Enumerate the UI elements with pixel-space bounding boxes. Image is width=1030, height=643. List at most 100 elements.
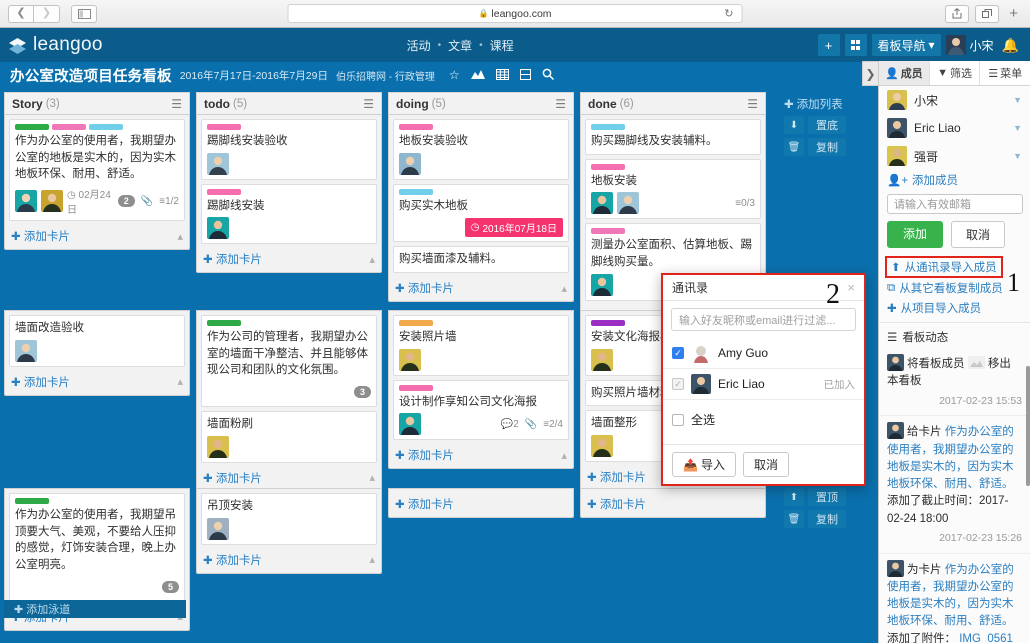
add-card-button[interactable]: ✚ 添加卡片 ▴	[393, 444, 569, 464]
sidebar-scrollbar[interactable]	[1026, 366, 1030, 486]
address-bar[interactable]: 🔒 leangoo.com ↻	[287, 4, 743, 23]
card[interactable]: 设计制作享知公司文化海报 💬2 📎 ≡2/4	[393, 379, 569, 441]
hamburger-icon[interactable]: ☰	[747, 97, 758, 111]
add-list-button[interactable]: ✚ 添加列表	[784, 96, 846, 112]
forward-button[interactable]: ❯	[34, 4, 60, 23]
tab-members[interactable]: 👤 成员	[879, 61, 930, 85]
card[interactable]: 购买实木地板 ◷ 2016年07月18日	[393, 183, 569, 243]
card[interactable]: 安装照片墙	[393, 315, 569, 376]
email-field[interactable]: 请输入有效邮箱	[887, 194, 1023, 214]
card[interactable]: 地板安装 ≡0/3	[585, 158, 761, 220]
collapse-icon[interactable]: ▴	[177, 230, 183, 243]
collapse-icon[interactable]: ▴	[369, 553, 375, 566]
collapse-icon[interactable]: ▴	[561, 449, 567, 462]
add-card-button[interactable]: ✚ 添加卡片 ▴	[201, 248, 377, 268]
collapse-icon[interactable]: ▴	[369, 471, 375, 484]
card[interactable]: 作为办公室的使用者，我期望吊顶要大气、美观，不要给人压抑的感觉，灯饰安装合理，晚…	[9, 493, 185, 602]
cancel-button[interactable]: 取消	[742, 452, 789, 477]
board-nav-dropdown[interactable]: 看板导航 ▾	[871, 34, 941, 56]
contact-filter-input[interactable]: 输入好友昵称或email进行过滤...	[671, 308, 856, 331]
add-card-button[interactable]: ✚ 添加卡片	[393, 493, 569, 513]
add-card-button[interactable]: ✚ 添加卡片 ▴	[201, 467, 377, 487]
nav-link-articles[interactable]: 文章	[448, 37, 472, 54]
reload-icon[interactable]: ↻	[724, 7, 733, 20]
star-icon[interactable]: ☆	[449, 69, 460, 81]
card[interactable]: 吊顶安装	[201, 493, 377, 545]
import-from-project-link[interactable]: ✚ 从项目导入成员	[879, 298, 1030, 318]
list-header[interactable]: todo (5) ☰	[196, 92, 382, 114]
card[interactable]: 踢脚线安装	[201, 183, 377, 245]
logo[interactable]: leangoo	[8, 34, 103, 56]
card[interactable]: 地板安装验收	[393, 119, 569, 180]
panel-icon[interactable]	[519, 68, 531, 82]
select-all-row[interactable]: 全选	[663, 400, 864, 433]
sidebar-collapse-button[interactable]: ❯	[862, 61, 878, 86]
add-card-button[interactable]: ✚ 添加卡片 ▴	[393, 277, 569, 297]
chevron-down-icon[interactable]: ▼	[1013, 95, 1022, 105]
arrow-down-icon[interactable]: ⬇	[784, 116, 804, 134]
search-icon[interactable]	[542, 68, 554, 82]
card[interactable]: 作为办公室的使用者，我期望办公室的地板是实木的，因为实木地板环保、耐用、舒适。 …	[9, 119, 185, 222]
user-menu[interactable]: 小宋	[945, 35, 994, 55]
add-card-button[interactable]: ✚ 添加卡片	[585, 493, 761, 513]
collapse-icon[interactable]: ▴	[177, 375, 183, 388]
activity-card-ref[interactable]: 作为办公室的使用者，我期望办公室的地板是实木的，因为实木地板环保、耐用、舒适。	[887, 564, 1014, 628]
move-to-top-button[interactable]: 置顶	[808, 488, 846, 506]
sidebar-panel-icon[interactable]	[71, 4, 97, 23]
list-header[interactable]: done (6) ☰	[580, 92, 766, 114]
collapse-icon[interactable]: ▴	[369, 253, 375, 266]
modal-footer: 📤 导入 取消	[663, 444, 864, 484]
copy-lane-button[interactable]: 复制	[808, 510, 846, 528]
import-button[interactable]: 📤 导入	[672, 452, 736, 477]
collapse-icon[interactable]: ▴	[561, 282, 567, 295]
list-header[interactable]: doing (5) ☰	[388, 92, 574, 114]
nav-link-courses[interactable]: 课程	[490, 37, 514, 54]
card[interactable]: 墙面改造验收	[9, 315, 185, 367]
checkbox-select-all[interactable]	[672, 413, 684, 426]
add-swimlane-button[interactable]: ✚ 添加泳道	[4, 600, 186, 618]
new-tab-button[interactable]: +	[1005, 5, 1022, 22]
nav-link-activity[interactable]: 活动	[407, 37, 431, 54]
card[interactable]: 购买墙面漆及辅料。	[393, 246, 569, 274]
card[interactable]: 踢脚线安装验收	[201, 119, 377, 180]
import-from-contacts-link[interactable]: ⬆ 从通讯录导入成员	[889, 258, 999, 276]
add-card-button[interactable]: ✚ 添加卡片 ▴	[9, 371, 185, 391]
tabs-icon[interactable]	[975, 4, 1000, 23]
copy-lane-button[interactable]: 复制	[808, 138, 846, 156]
card[interactable]: 作为公司的管理者，我期望办公室的墙面干净整洁、并且能够体现公司和团队的文化氛围。…	[201, 315, 377, 408]
contact-row[interactable]: ✓ Amy Guo	[663, 338, 864, 369]
hamburger-icon[interactable]: ☰	[363, 97, 374, 111]
tab-filter[interactable]: ▼ 筛选	[930, 61, 981, 85]
activity-card-ref[interactable]: 作为办公室的使用者，我期望办公室的地板是实木的，因为实木地板环保、耐用、舒适。	[887, 426, 1014, 490]
chart-icon[interactable]	[470, 69, 485, 81]
bell-icon[interactable]: 🔔	[999, 37, 1022, 54]
chevron-down-icon[interactable]: ▼	[1013, 123, 1022, 133]
hamburger-icon[interactable]: ☰	[555, 97, 566, 111]
move-to-bottom-button[interactable]: 置底	[808, 116, 846, 134]
card[interactable]: 墙面粉刷	[201, 411, 377, 463]
member-row[interactable]: 小宋 ▼	[879, 86, 1030, 114]
card[interactable]: 购买踢脚线及安装辅料。	[585, 119, 761, 155]
tab-menu[interactable]: ☰ 菜单	[980, 61, 1030, 85]
add-button[interactable]: +	[817, 34, 840, 56]
table-icon[interactable]	[495, 68, 509, 82]
trash-icon[interactable]: 🗑	[784, 138, 804, 156]
back-button[interactable]: ❮	[8, 4, 34, 23]
share-icon[interactable]	[945, 4, 970, 23]
trash-icon[interactable]: 🗑	[784, 510, 804, 528]
member-row[interactable]: Eric Liao ▼	[879, 114, 1030, 142]
close-icon[interactable]: ×	[847, 280, 855, 295]
chevron-down-icon[interactable]: ▼	[1013, 151, 1022, 161]
add-card-button[interactable]: ✚ 添加卡片 ▴	[201, 549, 377, 569]
add-member-link[interactable]: 👤+ 添加成员	[879, 170, 1030, 190]
cancel-button[interactable]: 取消	[951, 221, 1006, 248]
add-card-button[interactable]: ✚ 添加卡片 ▴	[9, 225, 185, 245]
label-blue	[89, 124, 123, 130]
hamburger-icon[interactable]: ☰	[171, 97, 182, 111]
checkbox-checked[interactable]: ✓	[672, 347, 684, 359]
grid-icon[interactable]	[844, 34, 867, 56]
member-row[interactable]: 强哥 ▼	[879, 142, 1030, 170]
arrow-up-icon[interactable]: ⬆	[784, 488, 804, 506]
add-button[interactable]: 添加	[887, 221, 944, 248]
list-header[interactable]: Story (3) ☰	[4, 92, 190, 114]
